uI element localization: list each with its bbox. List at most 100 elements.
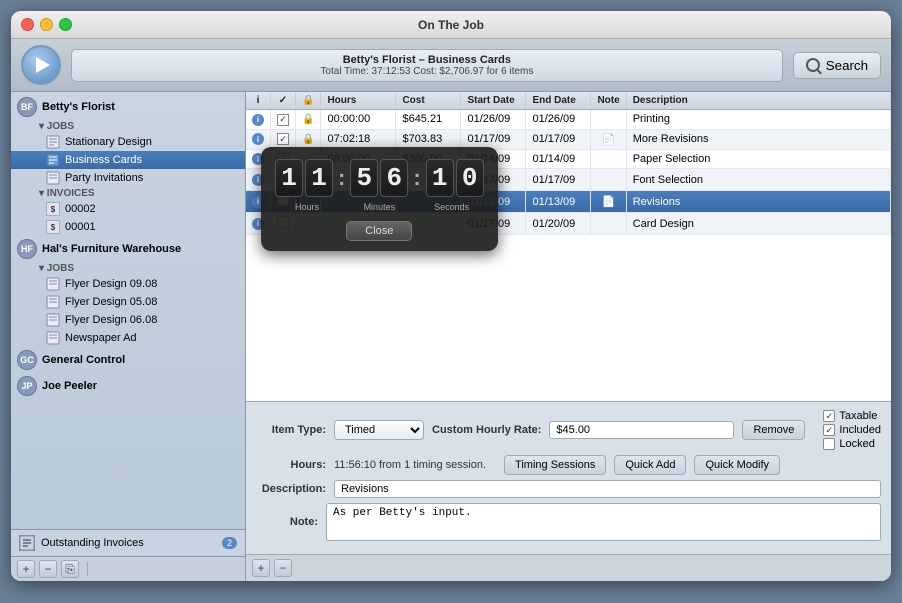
remove-item-button[interactable]: − xyxy=(39,560,57,578)
hours-value: 11:56:10 from 1 timing session. xyxy=(334,459,486,471)
main-window: On The Job Betty's Florist – Business Ca… xyxy=(11,11,891,581)
included-checkbox[interactable] xyxy=(823,424,835,436)
job-icon-newspaper xyxy=(46,331,60,345)
locked-checkbox[interactable] xyxy=(823,438,835,450)
outstanding-invoices-label: Outstanding Invoices xyxy=(41,537,144,549)
remove-row-button[interactable]: − xyxy=(274,559,292,577)
job-icon-selected xyxy=(46,153,60,167)
col-check[interactable] xyxy=(271,129,296,149)
job-icon-party xyxy=(46,171,60,185)
col-i: i xyxy=(246,110,271,130)
custom-hourly-label: Custom Hourly Rate: xyxy=(432,424,541,436)
included-row: Included xyxy=(823,424,881,436)
timer-hours-ones: 1 xyxy=(305,159,333,197)
table-row[interactable]: i🔒07:02:18$703.8301/17/0901/17/09📄More R… xyxy=(246,129,891,149)
right-panel: i ✓ 🔒 Hours Cost Start Date End Date Not… xyxy=(246,92,891,581)
job-business-cards[interactable]: Business Cards xyxy=(11,151,245,169)
job-flyer-0908[interactable]: Flyer Design 09.08 xyxy=(11,275,245,293)
invoice-icon-00002: $ xyxy=(46,202,60,216)
add-row-button[interactable]: + xyxy=(252,559,270,577)
col-end-date: 01/14/09 xyxy=(526,149,591,169)
col-header-check: ✓ xyxy=(271,92,296,110)
duplicate-item-button[interactable]: ⎘ xyxy=(61,560,79,578)
timing-sessions-button[interactable]: Timing Sessions xyxy=(504,455,606,475)
col-hours: 00:00:00 xyxy=(321,110,396,130)
close-button[interactable] xyxy=(21,18,34,31)
outstanding-badge: 2 xyxy=(222,537,237,549)
col-note xyxy=(591,110,626,130)
play-icon xyxy=(36,57,50,73)
sidebar-client-bettys[interactable]: BF Betty's Florist xyxy=(11,94,245,120)
client-avatar-general: GC xyxy=(17,350,37,370)
job-stationary-design[interactable]: Stationary Design xyxy=(11,133,245,151)
job-flyer-0508-label: Flyer Design 05.08 xyxy=(65,296,157,308)
quick-modify-button[interactable]: Quick Modify xyxy=(694,455,780,475)
timer-digits: 1 1 : 5 6 : 1 0 xyxy=(275,159,484,197)
custom-hourly-input[interactable] xyxy=(549,421,734,439)
timer-minutes-tens: 5 xyxy=(350,159,378,197)
search-button[interactable]: Search xyxy=(793,52,881,79)
col-start-date: 01/26/09 xyxy=(461,110,526,130)
window-controls xyxy=(21,18,72,31)
col-note xyxy=(591,213,626,235)
outstanding-invoices-bar[interactable]: Outstanding Invoices 2 xyxy=(11,529,245,556)
app-logo xyxy=(21,45,61,85)
note-textarea[interactable]: As per Betty's input. xyxy=(326,503,881,541)
col-end-date: 01/26/09 xyxy=(526,110,591,130)
col-cost: $645.21 xyxy=(396,110,461,130)
description-input[interactable] xyxy=(334,480,881,498)
quick-add-button[interactable]: Quick Add xyxy=(614,455,686,475)
col-header-i: i xyxy=(246,92,271,110)
taxable-label: Taxable xyxy=(839,410,877,422)
invoice-00002[interactable]: $ 00002 xyxy=(11,200,245,218)
col-description: Card Design xyxy=(626,213,890,235)
col-lock: 🔒 xyxy=(296,110,321,130)
item-type-select[interactable]: Timed xyxy=(334,420,424,440)
timer-minutes-label-group: Minutes xyxy=(349,201,409,213)
sidebar-client-general[interactable]: GC General Control xyxy=(11,347,245,373)
job-business-cards-label: Business Cards xyxy=(65,154,142,166)
job-newspaper-ad-label: Newspaper Ad xyxy=(65,332,137,344)
maximize-button[interactable] xyxy=(59,18,72,31)
lock-icon: 🔒 xyxy=(302,114,314,125)
col-description: Revisions xyxy=(626,191,890,213)
job-flyer-0508[interactable]: Flyer Design 05.08 xyxy=(11,293,245,311)
job-newspaper-ad[interactable]: Newspaper Ad xyxy=(11,329,245,347)
main-content: BF Betty's Florist ▾ JOBS Stationary Des… xyxy=(11,92,891,581)
search-icon xyxy=(806,58,820,72)
col-description: Font Selection xyxy=(626,169,890,191)
table-row[interactable]: i🔒00:00:00$645.2101/26/0901/26/09Printin… xyxy=(246,110,891,130)
col-note xyxy=(591,169,626,191)
col-header-lock: 🔒 xyxy=(296,92,321,110)
col-check[interactable] xyxy=(271,110,296,130)
timer-minutes-label: Minutes xyxy=(364,202,396,212)
hals-jobs-section: ▾ JOBS xyxy=(11,262,245,275)
remove-button[interactable]: Remove xyxy=(742,420,805,440)
col-end-date: 01/20/09 xyxy=(526,213,591,235)
timer-hours-label: Hours xyxy=(295,202,319,212)
job-party-invitations[interactable]: Party Invitations xyxy=(11,169,245,187)
sidebar-client-hals[interactable]: HF Hal's Furniture Warehouse xyxy=(11,236,245,262)
invoice-00001[interactable]: $ 00001 xyxy=(11,218,245,236)
client-avatar-joe: JP xyxy=(17,376,37,396)
client-job-name: Betty's Florist – Business Cards xyxy=(82,54,772,66)
job-stationary-label: Stationary Design xyxy=(65,136,152,148)
taxable-checkbox[interactable] xyxy=(823,410,835,422)
form-row-description: Description: xyxy=(256,480,881,498)
form-row-item-type: Item Type: Timed Custom Hourly Rate: Rem… xyxy=(256,410,881,450)
titlebar: On The Job xyxy=(11,11,891,39)
add-item-button[interactable]: + xyxy=(17,560,35,578)
job-flyer-0608[interactable]: Flyer Design 06.08 xyxy=(11,311,245,329)
client-joe-label: Joe Peeler xyxy=(42,380,97,392)
job-flyer-0908-label: Flyer Design 09.08 xyxy=(65,278,157,290)
job-flyer-0608-label: Flyer Design 06.08 xyxy=(65,314,157,326)
timer-close-button[interactable]: Close xyxy=(346,221,412,241)
minimize-button[interactable] xyxy=(40,18,53,31)
sidebar-client-joe[interactable]: JP Joe Peeler xyxy=(11,373,245,399)
col-header-description: Description xyxy=(626,92,890,110)
col-header-start-date: Start Date xyxy=(461,92,526,110)
right-footer-buttons: + − xyxy=(246,554,891,581)
jobs-section-label: ▾ JOBS xyxy=(11,120,245,133)
lock-icon: 🔒 xyxy=(302,134,314,145)
job-party-invitations-label: Party Invitations xyxy=(65,172,143,184)
